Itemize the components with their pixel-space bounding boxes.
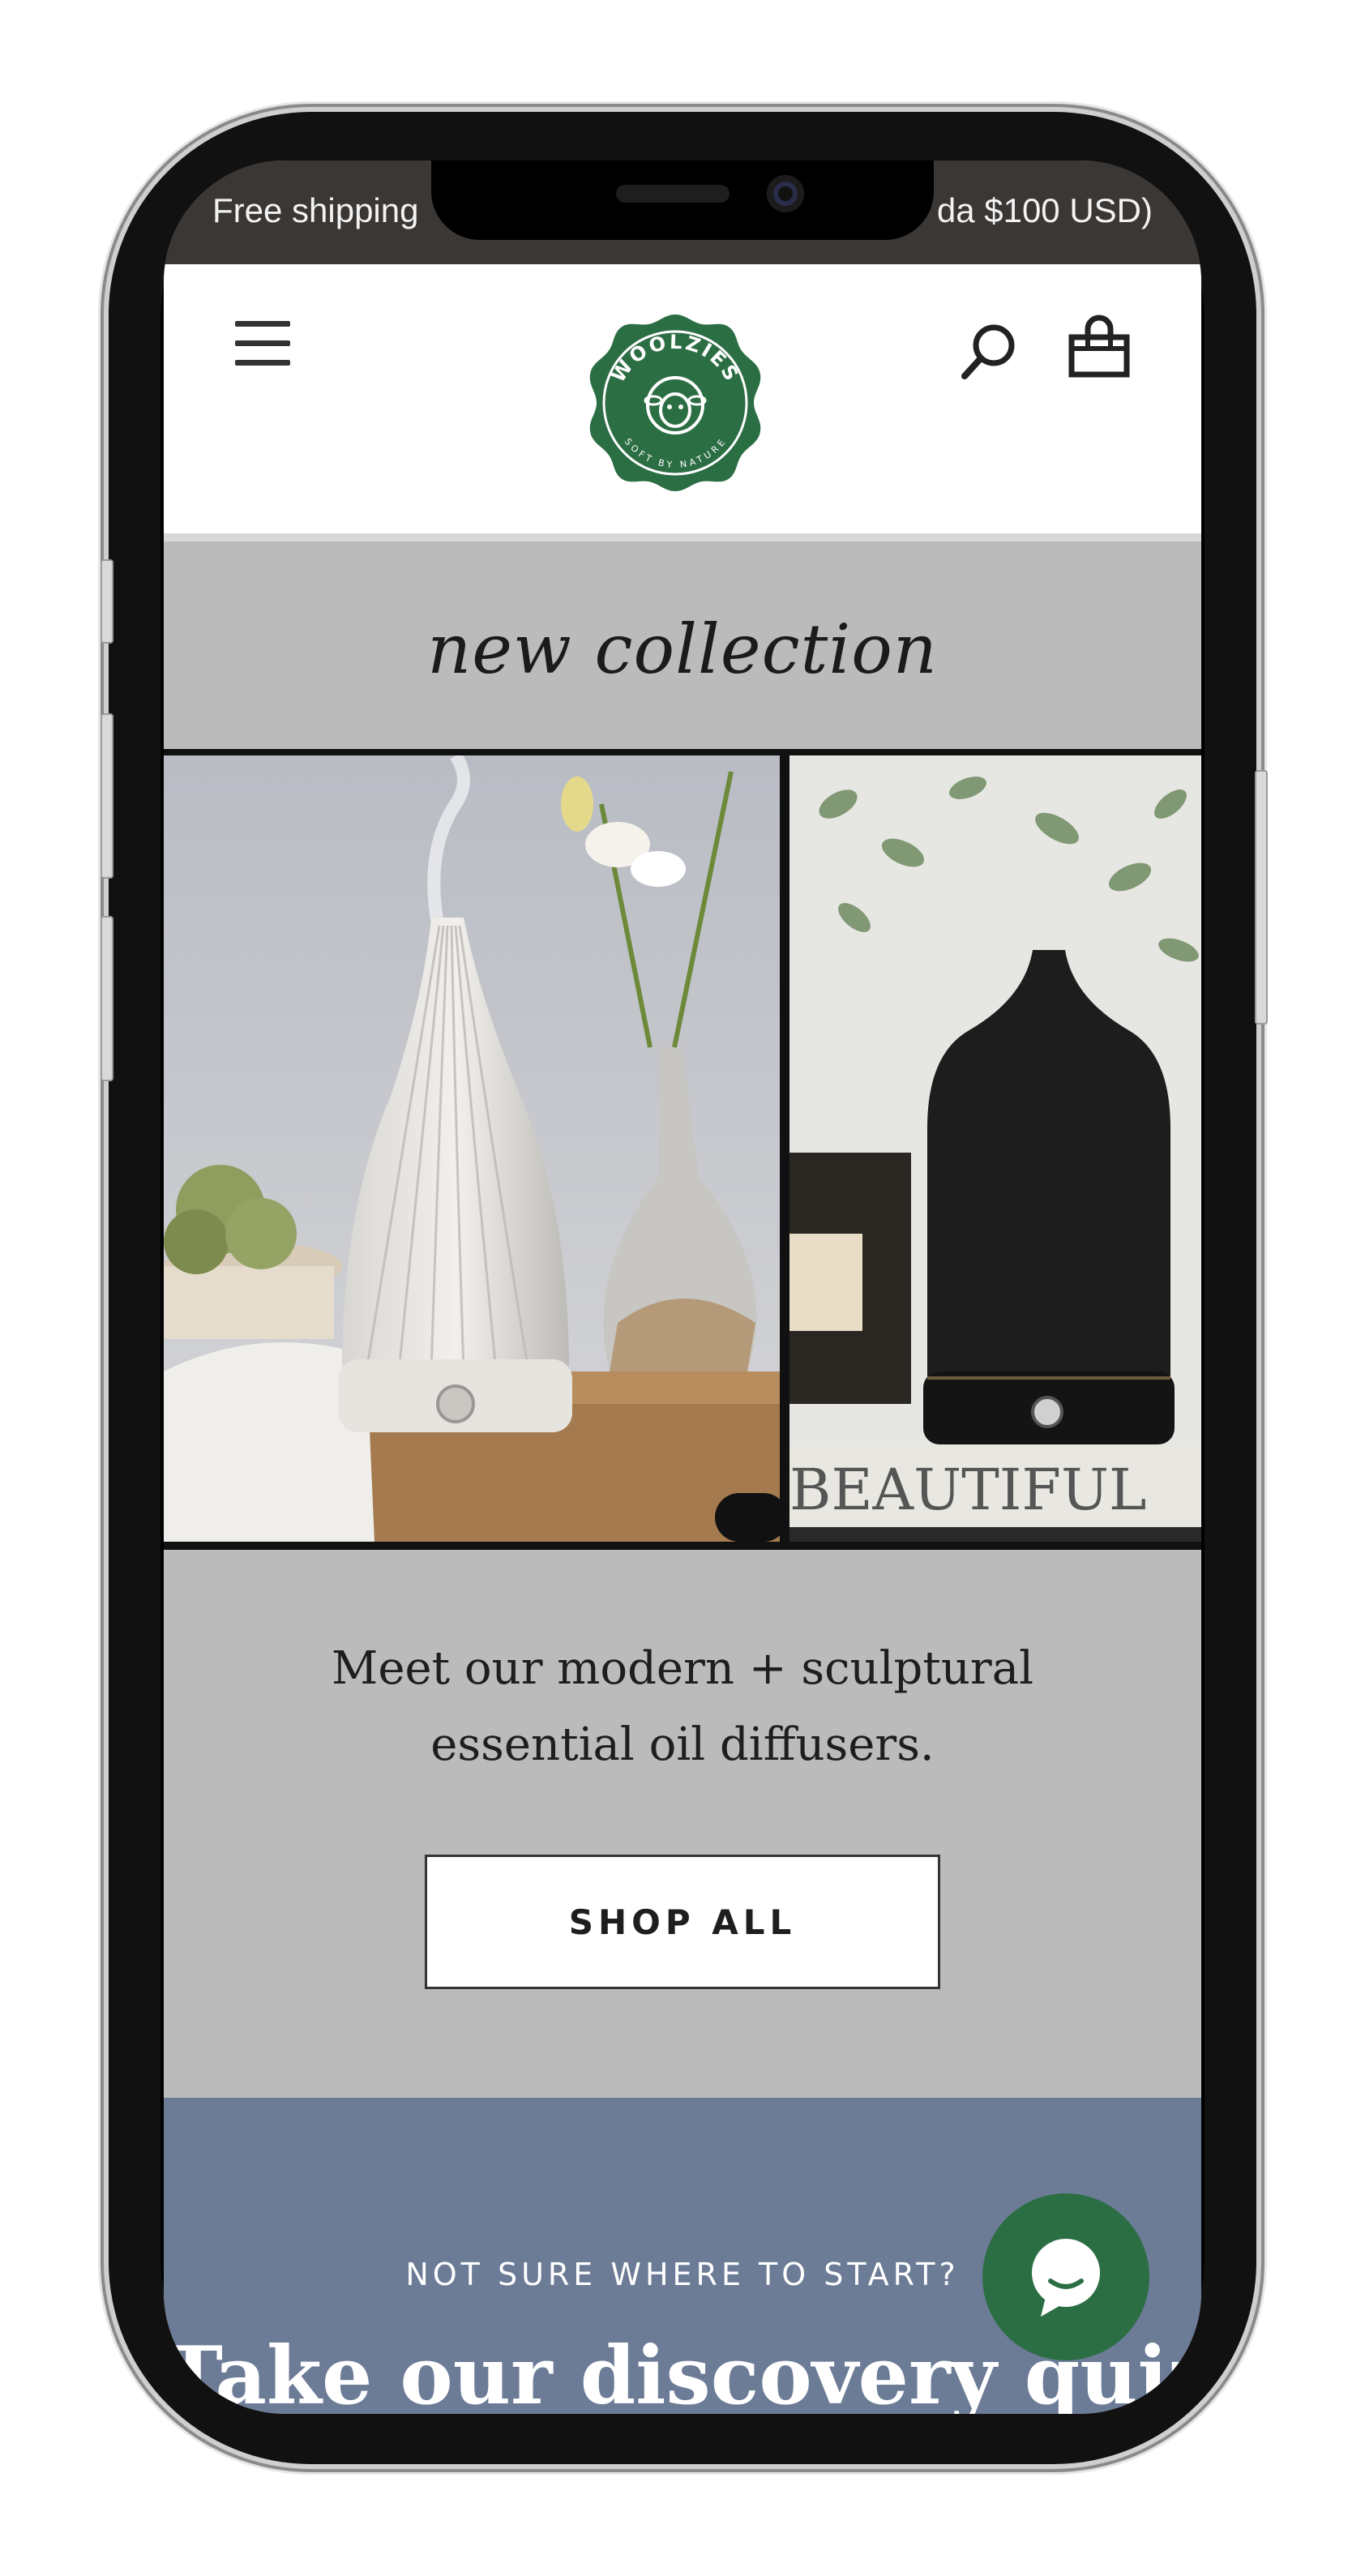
promo-line-2: essential oil diffusers. bbox=[430, 1718, 935, 1771]
book-title-text: BEAUTIFUL bbox=[789, 1457, 1146, 1523]
collection-promo: Meet our modern + sculptural essential o… bbox=[164, 1550, 1201, 2098]
black-ceramic-diffuser-image[interactable]: BEAUTIFUL bbox=[789, 755, 1201, 1542]
menu-icon[interactable] bbox=[235, 319, 292, 368]
phone-silent-switch bbox=[101, 559, 113, 644]
site-header: WOOLZIES SOFT BY NATURE bbox=[164, 264, 1201, 541]
promo-description: Meet our modern + sculptural essential o… bbox=[261, 1631, 1104, 1783]
phone-volume-down bbox=[101, 916, 113, 1081]
phone-speaker bbox=[616, 185, 730, 203]
white-ceramic-diffuser-image[interactable] bbox=[164, 755, 780, 1542]
phone-volume-up bbox=[101, 713, 113, 879]
search-icon[interactable] bbox=[956, 319, 1021, 384]
promo-line-1: Meet our modern + sculptural bbox=[331, 1642, 1033, 1695]
chat-bubble-icon bbox=[1032, 2239, 1100, 2317]
phone-power-button bbox=[1255, 770, 1268, 1025]
chat-button[interactable] bbox=[982, 2193, 1149, 2360]
phone-screen: Free shipping da $100 USD) WOOLZIES SOFT… bbox=[164, 160, 1201, 2414]
brand-logo[interactable]: WOOLZIES SOFT BY NATURE bbox=[582, 310, 768, 496]
collection-banner: new collection bbox=[164, 541, 1201, 749]
phone-camera bbox=[767, 175, 804, 212]
announcement-text-left: Free shipping bbox=[212, 191, 419, 229]
product-gallery[interactable]: BEAUTIFUL bbox=[164, 749, 1201, 1550]
collection-heading: new collection bbox=[427, 610, 938, 689]
bag-icon[interactable] bbox=[1065, 313, 1133, 381]
shop-all-button[interactable]: SHOP ALL bbox=[425, 1855, 940, 1989]
announcement-text-right: da $100 USD) bbox=[936, 191, 1153, 229]
